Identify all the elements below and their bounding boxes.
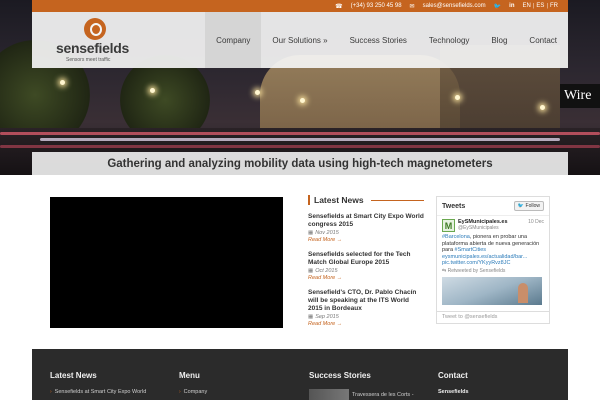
latest-news-header: Latest News [308, 195, 424, 205]
street-light [300, 98, 305, 103]
footer-news-heading: Latest News [50, 371, 97, 380]
twitter-icon[interactable]: 🐦 [494, 3, 501, 10]
news-date-text: Sep 2015 [315, 314, 339, 320]
logo-text: sensefields [56, 40, 129, 56]
language-switcher: EN | ES | FR [522, 3, 558, 9]
light-streak [0, 145, 600, 148]
tweet-link[interactable]: #SmartCities eysmunicipales.es/actualida… [442, 247, 527, 266]
news-item: Sensefields at Smart City Expo World con… [308, 213, 424, 243]
linkedin-icon[interactable]: in [509, 3, 514, 9]
calendar-icon: ▦ [308, 314, 314, 320]
news-date-text: Oct 2015 [315, 268, 338, 274]
nav-blog[interactable]: Blog [480, 12, 518, 68]
email-link[interactable]: sales@sensefields.com [423, 3, 486, 9]
site-footer: Latest News › Sensefields at Smart City E… [32, 349, 568, 400]
twitter-widget: Tweets 🐦 Follow M EySMunicipales.es @EyS… [436, 196, 550, 324]
footer-menu-link[interactable]: › Company [179, 389, 207, 395]
footer-col-contact: Contact Sensefields [438, 371, 469, 395]
nav-technology[interactable]: Technology [418, 12, 480, 68]
news-item: Sensefields selected for the Tech Match … [308, 251, 424, 281]
heading-accent [308, 195, 310, 205]
email-icon: ✉ [409, 3, 415, 10]
footer-menu-heading: Menu [179, 371, 200, 380]
page: ☎ (+34) 93 250 45 98 ✉ sales@sensefields… [0, 0, 600, 400]
tweet-image[interactable] [442, 276, 542, 305]
lang-es[interactable]: ES [536, 3, 544, 9]
nav-success-stories[interactable]: Success Stories [339, 12, 418, 68]
read-more-link[interactable]: Read More → [308, 237, 424, 243]
calendar-icon: ▦ [308, 268, 314, 274]
top-bar: ☎ (+34) 93 250 45 98 ✉ sales@sensefields… [32, 0, 568, 12]
footer-story-link[interactable]: Travessera de les Corts - [309, 389, 414, 400]
footer-news-link[interactable]: › Sensefields at Smart City Expo World [50, 389, 146, 395]
footer-contact-company: Sensefields [438, 389, 469, 395]
tweet-author: M EySMunicipales.es @EySMunicipales 10 D… [442, 219, 544, 232]
tweet-date[interactable]: 10 Dec [528, 219, 544, 232]
logo-mark-icon [84, 18, 106, 40]
heading-rule [370, 199, 424, 201]
site-header: sensefields Sensors meet traffic Company… [32, 12, 568, 68]
logo[interactable]: sensefields Sensors meet traffic [56, 18, 136, 63]
street-light [455, 95, 460, 100]
news-date-text: Nov 2015 [315, 230, 339, 236]
footer-story-text: Travessera de les Corts - [352, 392, 414, 398]
retweet-icon: ⇆ [442, 267, 447, 274]
read-more-link[interactable]: Read More → [308, 275, 424, 281]
nav-company[interactable]: Company [205, 12, 262, 68]
retweet-note: ⇆ Retweeted by Sensefields [442, 268, 544, 274]
lang-fr[interactable]: FR [550, 3, 558, 9]
news-date: ▦ Sep 2015 [308, 314, 424, 320]
tweet-text: #Barcelona, pionera en probar una plataf… [442, 234, 544, 267]
footer-news-text: Sensefields at Smart City Expo World [54, 389, 147, 395]
retweet-text: Retweeted by Sensefields [447, 267, 506, 274]
footer-col-stories: Success Stories Travessera de les Corts … [309, 371, 414, 400]
news-date: ▦ Oct 2015 [308, 268, 424, 274]
tweet-user-handle[interactable]: @EySMunicipales [458, 225, 508, 231]
street-light [150, 88, 155, 93]
street-light [540, 105, 545, 110]
news-item: Sensefield's CTO, Dr. Pablo Chacín will … [308, 289, 424, 327]
twitter-widget-header: Tweets 🐦 Follow [437, 197, 549, 216]
street-light [255, 90, 260, 95]
story-thumbnail [309, 389, 349, 400]
tweet: M EySMunicipales.es @EySMunicipales 10 D… [437, 216, 549, 308]
main-nav: Company Our Solutions » Success Stories … [205, 12, 568, 68]
video-player[interactable] [50, 197, 283, 328]
news-date: ▦ Nov 2015 [308, 230, 424, 236]
footer-col-menu: Menu › Company [179, 371, 207, 395]
phone-icon: ☎ [335, 3, 343, 10]
news-title[interactable]: Sensefields at Smart City Expo World con… [308, 213, 424, 229]
avatar[interactable]: M [442, 219, 455, 232]
phone-number[interactable]: (+34) 93 250 45 98 [351, 3, 402, 9]
news-title[interactable]: Sensefield's CTO, Dr. Pablo Chacín will … [308, 289, 424, 313]
logo-tagline: Sensors meet traffic [66, 57, 111, 63]
light-streak [0, 132, 600, 135]
news-title[interactable]: Sensefields selected for the Tech Match … [308, 251, 424, 267]
latest-news: Latest News Sensefields at Smart City Ex… [308, 195, 424, 327]
nav-our-solutions[interactable]: Our Solutions » [261, 12, 338, 68]
arrow-icon: › [179, 389, 181, 395]
arrow-icon: › [50, 389, 52, 395]
footer-col-news: Latest News › Sensefields at Smart City E… [50, 371, 146, 395]
footer-menu-text: Company [183, 389, 208, 395]
tweets-title: Tweets [442, 202, 466, 210]
hero-tagline: Gathering and analyzing mobility data us… [32, 152, 568, 175]
lang-en[interactable]: EN [523, 3, 531, 9]
slide-caption: Wire [560, 84, 600, 108]
nav-contact[interactable]: Contact [518, 12, 568, 68]
street-light [60, 80, 65, 85]
tweet-input[interactable]: Tweet to @sensefields [437, 311, 549, 323]
calendar-icon: ▦ [308, 230, 314, 236]
latest-news-title: Latest News [314, 195, 364, 205]
follow-label: Follow [525, 203, 540, 209]
footer-contact-heading: Contact [438, 371, 468, 380]
hashtag-link[interactable]: #Barcelona [442, 234, 470, 240]
follow-button[interactable]: 🐦 Follow [513, 201, 544, 211]
footer-stories-heading: Success Stories [309, 371, 371, 380]
read-more-link[interactable]: Read More → [308, 321, 424, 327]
light-streak [40, 138, 560, 141]
twitter-bird-icon: 🐦 [517, 203, 525, 209]
